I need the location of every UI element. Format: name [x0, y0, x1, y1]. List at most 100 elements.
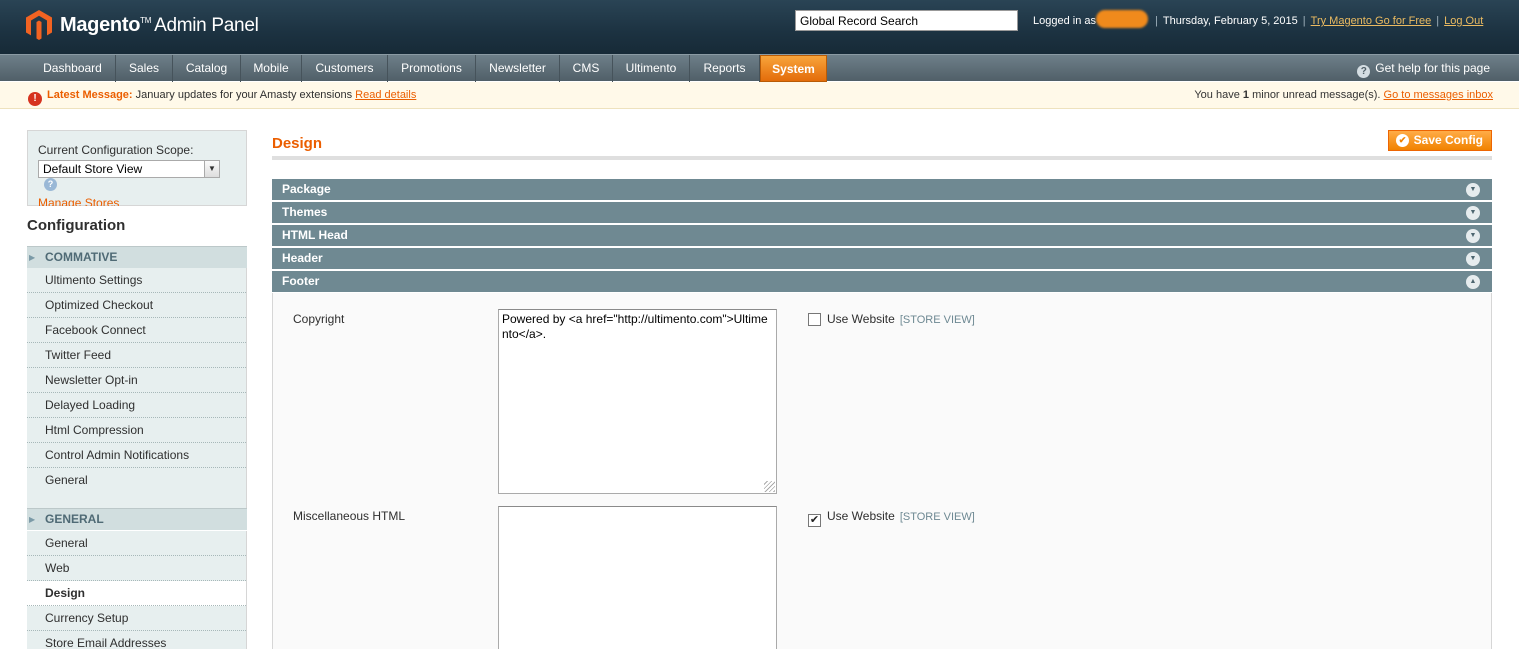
magento-logo-icon — [26, 10, 52, 40]
fieldset-html-head[interactable]: HTML Head ▼ — [272, 225, 1492, 247]
sidebar-item-delayed-loading[interactable]: Delayed Loading — [27, 393, 246, 418]
messages-inbox-link[interactable]: Go to messages inbox — [1384, 89, 1493, 101]
title-divider — [272, 156, 1492, 160]
logo-brand: Magento — [60, 14, 141, 36]
fieldset-footer[interactable]: Footer ▲ — [272, 271, 1492, 293]
sidebar-item-currency-setup[interactable]: Currency Setup — [27, 606, 246, 631]
admin-header: MagentoTMAdmin Panel Logged in as | Thursd… — [0, 0, 1519, 54]
page-title: Design — [272, 135, 323, 152]
misc-html-label: Miscellaneous HTML — [293, 509, 406, 523]
sidebar-list-general: General Web Design Currency Setup Store … — [27, 531, 247, 649]
help-link[interactable]: ? Get help for this page — [1357, 55, 1490, 82]
use-website-label: Use Website — [827, 509, 895, 523]
warning-icon: ! — [28, 92, 42, 106]
save-config-button[interactable]: ✔ Save Config — [1388, 130, 1492, 151]
chevron-down-icon: ▼ — [204, 161, 219, 177]
help-label: Get help for this page — [1375, 61, 1490, 75]
sidebar-list-commative: Ultimento Settings Optimized Checkout Fa… — [27, 268, 247, 508]
check-circle-icon: ✔ — [1396, 134, 1409, 147]
sidebar-item-facebook-connect[interactable]: Facebook Connect — [27, 318, 246, 343]
sidebar-item-ultimento-settings[interactable]: Ultimento Settings — [27, 268, 246, 293]
fieldset-header[interactable]: Header ▼ — [272, 248, 1492, 270]
read-details-link[interactable]: Read details — [355, 89, 416, 101]
nav-dashboard[interactable]: Dashboard — [30, 55, 116, 82]
message-bar: ! Latest Message: January updates for you… — [0, 82, 1519, 109]
copyright-textarea[interactable]: Powered by <a href="http://ultimento.com… — [498, 309, 777, 494]
copyright-use-website[interactable]: Use Website [STORE VIEW] — [808, 312, 975, 326]
scope-tag: [STORE VIEW] — [899, 511, 975, 523]
try-magento-go-link[interactable]: Try Magento Go for Free — [1311, 15, 1432, 27]
latest-message: ! Latest Message: January updates for you… — [28, 82, 416, 109]
expand-icon[interactable]: ▼ — [1466, 183, 1480, 197]
unread-messages: You have 1 minor unread message(s). Go t… — [1194, 82, 1493, 109]
nav-sales[interactable]: Sales — [116, 55, 173, 82]
scope-select-value: Default Store View — [43, 162, 143, 176]
logo-text[interactable]: MagentoTM Admin Panel — [60, 14, 259, 37]
sidebar-item-twitter-feed[interactable]: Twitter Feed — [27, 343, 246, 368]
nav-newsletter[interactable]: Newsletter — [476, 55, 560, 82]
header-meta: Logged in as | Thursday, February 5, 2015 |… — [1033, 10, 1483, 28]
unread-count: 1 — [1242, 89, 1250, 101]
copyright-label: Copyright — [293, 312, 345, 326]
fieldset-themes[interactable]: Themes ▼ — [272, 202, 1492, 224]
nav-system[interactable]: System — [760, 55, 827, 82]
expand-icon[interactable]: ▼ — [1466, 252, 1480, 266]
logged-in-label: Logged in as — [1033, 14, 1096, 27]
config-scope-panel: Current Configuration Scope: Default Sto… — [27, 130, 247, 210]
scope-select[interactable]: Default Store View ▼ — [38, 160, 220, 178]
scope-tag: [STORE VIEW] — [899, 314, 975, 326]
nav-customers[interactable]: Customers — [302, 55, 388, 82]
nav-mobile[interactable]: Mobile — [241, 55, 302, 82]
scope-label: Current Configuration Scope: — [38, 143, 194, 157]
message-text: January updates for your Amasty extensio… — [135, 89, 353, 101]
redacted-username — [1096, 10, 1148, 28]
logo-tm: TM — [140, 16, 152, 25]
sidebar-section-general[interactable]: GENERAL — [27, 508, 247, 530]
nav-cms[interactable]: CMS — [560, 55, 613, 82]
separator: | — [1436, 14, 1440, 27]
fieldset-label: Footer — [282, 274, 320, 288]
global-search-input[interactable] — [795, 10, 1018, 31]
expand-icon[interactable]: ▼ — [1466, 206, 1480, 220]
misc-use-website-checkbox[interactable]: ✔ — [808, 514, 821, 527]
expand-icon[interactable]: ▼ — [1466, 229, 1480, 243]
scope-help-icon[interactable]: ? — [44, 178, 57, 191]
fieldset-label: Themes — [282, 205, 328, 219]
nav-catalog[interactable]: Catalog — [173, 55, 241, 82]
use-website-label: Use Website — [827, 312, 895, 326]
sidebar-item-web[interactable]: Web — [27, 556, 246, 581]
misc-html-textarea[interactable] — [498, 506, 777, 649]
copyright-use-website-checkbox[interactable] — [808, 313, 821, 326]
header-date: Thursday, February 5, 2015 — [1162, 14, 1298, 27]
sidebar-item-general-commative[interactable]: General — [27, 468, 246, 493]
fieldset-label: Package — [282, 182, 331, 196]
nav-ultimento[interactable]: Ultimento — [613, 55, 690, 82]
save-config-label: Save Config — [1413, 133, 1483, 147]
logout-link[interactable]: Log Out — [1444, 15, 1483, 27]
misc-use-website[interactable]: ✔ Use Website [STORE VIEW] — [808, 509, 975, 527]
unread-suffix: minor unread message(s). — [1252, 89, 1381, 101]
sidebar-item-optimized-checkout[interactable]: Optimized Checkout — [27, 293, 246, 318]
nav-promotions[interactable]: Promotions — [388, 55, 476, 82]
sidebar-item-control-admin-notifications[interactable]: Control Admin Notifications — [27, 443, 246, 468]
sidebar-section-commative[interactable]: COMMATIVE — [27, 246, 247, 268]
collapse-icon[interactable]: ▲ — [1466, 275, 1480, 289]
resize-grip-icon[interactable] — [764, 481, 775, 492]
logo-subtitle: Admin Panel — [154, 15, 259, 36]
separator: | — [1155, 14, 1158, 27]
footer-fieldset-body — [272, 293, 1492, 649]
sidebar-item-store-email-addresses[interactable]: Store Email Addresses — [27, 631, 246, 649]
message-title: Latest Message: — [47, 89, 133, 101]
main-nav: Dashboard Sales Catalog Mobile Customers… — [0, 54, 1519, 82]
separator: | — [1302, 14, 1306, 27]
fieldset-label: Header — [282, 251, 323, 265]
nav-reports[interactable]: Reports — [690, 55, 760, 82]
unread-prefix: You have — [1194, 89, 1240, 101]
sidebar-item-design[interactable]: Design — [27, 581, 246, 606]
fieldset-label: HTML Head — [282, 228, 348, 242]
sidebar-item-general[interactable]: General — [27, 531, 246, 556]
fieldset-package[interactable]: Package ▼ — [272, 179, 1492, 201]
help-icon: ? — [1357, 65, 1371, 78]
sidebar-item-html-compression[interactable]: Html Compression — [27, 418, 246, 443]
sidebar-item-newsletter-optin[interactable]: Newsletter Opt-in — [27, 368, 246, 393]
